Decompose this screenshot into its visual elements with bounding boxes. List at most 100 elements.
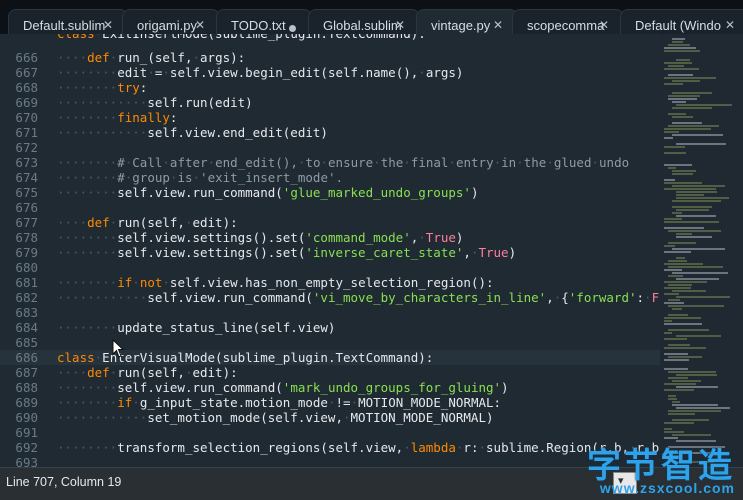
minimap-row [664,359,689,361]
minimap-row [676,374,717,376]
code-text: ············self.view.end_edit(edit) [57,125,328,140]
minimap-row [664,269,682,271]
minimap-row [676,104,732,106]
line-number: 692 [15,440,38,455]
code-line[interactable]: 675 ········self.view.run_command('glue_m… [0,185,660,200]
code-line[interactable]: 687 ····def·run(self,·edit): [0,365,660,380]
minimap-row [664,323,702,325]
minimap-row [676,335,721,337]
code-text: ····def·run(self,·edit): [57,365,238,380]
code-line[interactable]: 683 [0,305,660,320]
watermark-url: www.zsxcool.com [599,480,735,496]
minimap-row [672,419,709,421]
code-line[interactable]: 686 class·EnterVisualMode(sublime_plugin.… [0,350,660,365]
line-number: 674 [15,170,38,185]
mouse-cursor-icon [112,339,125,358]
minimap-row [676,236,712,238]
line-number: 683 [15,305,38,320]
line-number: 679 [15,245,38,260]
code-text: ········#·group·is·'exit_insert_mode'. [57,170,344,185]
code-line[interactable]: 688 ········self.view.run_command('mark_u… [0,380,660,395]
close-icon[interactable]: ✕ [195,18,205,32]
code-line[interactable]: 671 ············self.view.end_edit(edit) [0,125,660,140]
minimap-row [664,281,707,283]
minimap-row [672,173,693,175]
line-number: 688 [15,380,38,395]
minimap-row [664,83,683,85]
minimap-row [664,47,696,49]
minimap-row [664,317,701,319]
minimap[interactable] [660,34,743,467]
code-line[interactable]: 673 ········#·Call·after·end_edit(),·to·e… [0,155,660,170]
minimap-row [664,188,716,190]
code-line[interactable]: 684 ········update_status_line(self.view) [0,320,660,335]
code-line[interactable]: 676 [0,200,660,215]
minimap-row [664,332,672,334]
line-number: 666 [15,50,38,65]
code-text: ············set_motion_mode(self.view,·M… [57,410,494,425]
code-line[interactable]: 689 ········if·g_input_state.motion_mode·… [0,395,660,410]
code-line[interactable]: 670 ········finally: [0,110,660,125]
watermark-logo: 字节智造 www.zsxcool.com [566,434,743,500]
code-text: ····def·run(self,·edit): [57,215,238,230]
line-number: 684 [15,320,38,335]
close-icon[interactable]: ✕ [725,18,735,32]
minimap-row [672,401,680,403]
code-line[interactable]: 681 ········if·not·self.view.has_non_empt… [0,275,660,290]
code-line[interactable]: 667 ········edit·=·self.view.begin_edit(s… [0,65,660,80]
minimap-row [664,368,688,370]
close-icon[interactable]: ✕ [493,18,503,32]
close-icon[interactable]: ✕ [599,18,609,32]
minimap-row [664,128,711,130]
minimap-row [668,65,684,67]
minimap-row [668,410,721,412]
code-line[interactable]: 677 ····def·run(self,·edit): [0,215,660,230]
minimap-row [664,302,684,304]
code-line[interactable]: 679 ········self.view.settings().set('inv… [0,245,660,260]
code-line[interactable]: 674 ········#·group·is·'exit_insert_mode'… [0,170,660,185]
code-line[interactable]: 668 ········try: [0,80,660,95]
minimap-row [664,221,719,223]
code-line[interactable]: 666 ····def·run_(self,·args): [0,50,660,65]
minimap-row [664,353,688,355]
cursor-position-text: Line 707, Column 19 [6,475,122,489]
line-number: 680 [15,260,38,275]
dirty-dot-icon[interactable] [289,25,296,32]
minimap-row [664,131,679,133]
line-number: 670 [15,110,38,125]
minimap-row [664,347,706,349]
minimap-row [668,44,690,46]
minimap-row [668,413,695,415]
close-icon[interactable]: ✕ [103,18,113,32]
code-line[interactable]: 682 ············self.view.run_command('vi… [0,290,660,305]
code-line[interactable]: 685 [0,335,660,350]
minimap-row [668,95,700,97]
tab-label: scopecommand [527,18,605,33]
close-icon[interactable]: ✕ [395,18,405,32]
code-editor[interactable]: class·ExitInsertMode(sublime_plugin.Text… [0,34,660,467]
code-line[interactable]: 669 ············self.run(edit) [0,95,660,110]
code-line[interactable]: 691 [0,425,660,440]
code-text: ············self.run(edit) [57,95,253,110]
minimap-row [664,137,673,139]
line-number: 691 [15,425,38,440]
code-line[interactable]: 680 [0,260,660,275]
code-line[interactable]: 692 ········transform_selection_regions(s… [0,440,660,455]
minimap-row [668,125,719,127]
minimap-row [676,278,719,280]
code-line[interactable]: 678 ········self.view.settings().set('com… [0,230,660,245]
line-number: 685 [15,335,38,350]
minimap-row [672,185,725,187]
minimap-row [664,245,675,247]
code-line[interactable]: 690 ············set_motion_mode(self.view… [0,410,660,425]
code-text: ········update_status_line(self.view) [57,320,336,335]
code-line[interactable]: 672 [0,140,660,155]
minimap-row [668,98,697,100]
line-number: 667 [15,65,38,80]
line-number: 672 [15,140,38,155]
minimap-row [664,287,691,289]
minimap-row [664,146,685,148]
minimap-row [672,80,700,82]
code-line[interactable]: 693 [0,455,660,467]
minimap-row [668,230,721,232]
